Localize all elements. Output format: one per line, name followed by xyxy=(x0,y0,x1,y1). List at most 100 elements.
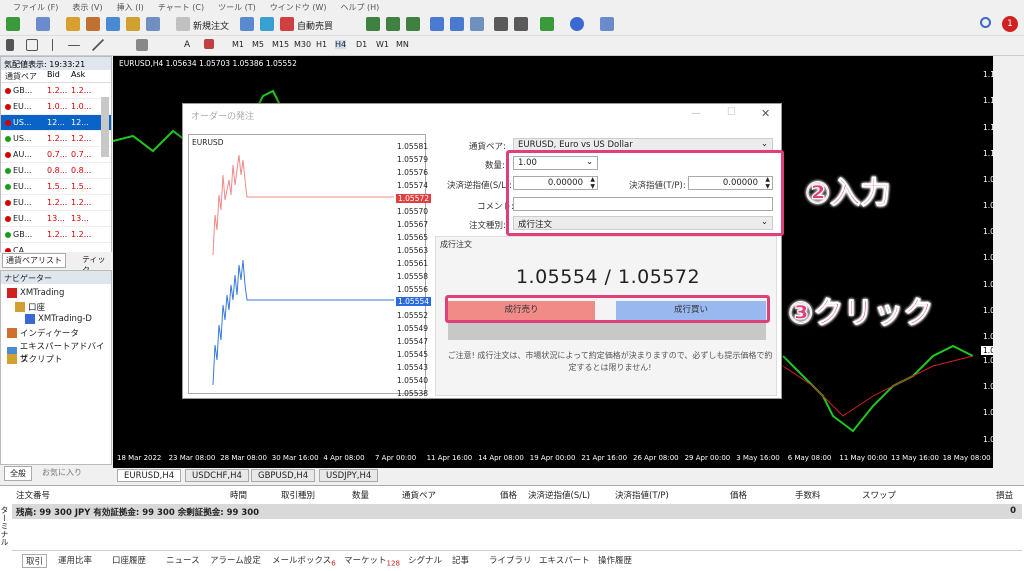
term-tab-library[interactable]: ライブラリ xyxy=(489,554,532,566)
market-watch-icon[interactable] xyxy=(66,17,80,31)
th-commission[interactable]: 手数料 xyxy=(795,489,821,501)
candlestick-icon[interactable] xyxy=(386,17,400,31)
tf-m30[interactable]: M30 xyxy=(294,40,311,49)
line-chart-icon[interactable] xyxy=(406,17,420,31)
th-symbol[interactable]: 通貨ペア xyxy=(402,489,436,501)
tf-mn[interactable]: MN xyxy=(396,40,409,49)
autoscroll-icon[interactable] xyxy=(494,17,508,31)
cursor-icon[interactable] xyxy=(6,39,14,51)
autotrading-button[interactable]: 自動売買 xyxy=(297,19,333,32)
th-order[interactable]: 注文番号 xyxy=(16,489,50,501)
bar-chart-icon[interactable] xyxy=(366,17,380,31)
th-time[interactable]: 時間 xyxy=(230,489,247,501)
term-tab-news[interactable]: ニュース xyxy=(166,554,200,566)
new-chart-icon[interactable] xyxy=(6,17,20,31)
th-volume[interactable]: 数量 xyxy=(352,489,369,501)
market-watch-row[interactable]: GB... 1.2... 1.2... xyxy=(1,227,111,243)
chart-tab-gbpusd[interactable]: GBPUSD,H4 xyxy=(251,469,316,482)
zoom-out-icon[interactable] xyxy=(450,17,464,31)
label-icon[interactable] xyxy=(204,39,214,49)
indicators-icon[interactable] xyxy=(540,17,554,31)
market-watch-scrollbar[interactable] xyxy=(101,97,109,157)
th-price2[interactable]: 価格 xyxy=(730,489,747,501)
notification-badge[interactable]: 1 xyxy=(1002,16,1018,32)
th-sl[interactable]: 決済逆指値(S/L) xyxy=(528,489,590,501)
fibonacci-icon[interactable] xyxy=(136,39,148,51)
maximize-icon[interactable]: ☐ xyxy=(727,107,736,118)
market-watch-row[interactable]: US... 12... 12... xyxy=(1,115,111,131)
nav-account-demo[interactable]: XMTrading-D xyxy=(25,314,92,324)
crosshair-icon[interactable] xyxy=(26,39,38,51)
terminal-icon[interactable] xyxy=(126,17,140,31)
nav-scripts[interactable]: スクリプト xyxy=(7,353,63,365)
menu-help[interactable]: ヘルプ (H) xyxy=(333,2,386,13)
term-tab-experts[interactable]: エキスパート xyxy=(539,554,590,566)
chart-tab-usdchf[interactable]: USDCHF,H4 xyxy=(185,469,249,482)
periods-icon[interactable] xyxy=(570,17,584,31)
horizontal-line-icon[interactable] xyxy=(68,45,80,46)
th-tp[interactable]: 決済指値(T/P) xyxy=(615,489,669,501)
menu-insert[interactable]: 挿入 (I) xyxy=(110,2,151,13)
menu-window[interactable]: ウインドウ (W) xyxy=(263,2,334,13)
tab-general[interactable]: 全般 xyxy=(4,466,32,481)
th-profit[interactable]: 損益 xyxy=(996,489,1013,501)
term-tab-mailbox[interactable]: メールボックス6 xyxy=(272,554,336,568)
close-icon[interactable]: ✕ xyxy=(761,107,770,120)
data-window-icon[interactable] xyxy=(106,17,120,31)
menu-chart[interactable]: チャート (C) xyxy=(151,2,211,13)
th-price[interactable]: 価格 xyxy=(500,489,517,501)
autotrading-icon[interactable] xyxy=(280,17,294,31)
menu-file[interactable]: ファイル (F) xyxy=(6,2,65,13)
menu-tools[interactable]: ツール (T) xyxy=(211,2,263,13)
nav-indicators[interactable]: インディケータ xyxy=(7,327,79,339)
th-type[interactable]: 取引種別 xyxy=(281,489,315,501)
globe-icon[interactable] xyxy=(260,17,274,31)
market-watch-row[interactable]: EU... 1.0... 1.0... xyxy=(1,99,111,115)
tester-icon[interactable] xyxy=(146,17,160,31)
navigator-icon[interactable] xyxy=(86,17,100,31)
search-icon[interactable] xyxy=(980,17,991,28)
chart-shift-icon[interactable] xyxy=(514,17,528,31)
market-watch-row[interactable]: EU... 0.8... 0.8... xyxy=(1,163,111,179)
term-tab-alerts[interactable]: アラーム設定 xyxy=(210,554,261,566)
term-tab-journal[interactable]: 操作履歴 xyxy=(598,554,632,566)
term-tab-market[interactable]: マーケット128 xyxy=(344,554,400,568)
menu-view[interactable]: 表示 (V) xyxy=(65,2,109,13)
th-swap[interactable]: スワップ xyxy=(862,489,896,501)
market-watch-row[interactable]: EU... 1.5... 1.5... xyxy=(1,179,111,195)
col-symbol[interactable]: 通貨ペア xyxy=(1,70,47,82)
term-tab-trade[interactable]: 取引 xyxy=(22,554,48,568)
term-tab-exposure[interactable]: 運用比率 xyxy=(58,554,92,566)
term-tab-history[interactable]: 口座履歴 xyxy=(112,554,146,566)
tab-symbols[interactable]: 通貨ペアリスト xyxy=(2,253,66,268)
tf-m5[interactable]: M5 xyxy=(252,40,264,49)
tab-favorites[interactable]: お気に入り xyxy=(42,467,82,478)
trendline-icon[interactable] xyxy=(92,39,104,51)
tf-d1[interactable]: D1 xyxy=(356,40,367,49)
vertical-line-icon[interactable] xyxy=(52,39,53,51)
text-tool-icon[interactable]: A xyxy=(184,40,190,50)
market-watch-row[interactable]: EU... 1.2... 1.2... xyxy=(1,195,111,211)
market-watch-row[interactable]: EU... 13... 13... xyxy=(1,211,111,227)
tf-m15[interactable]: M15 xyxy=(272,40,289,49)
tf-h1[interactable]: H1 xyxy=(316,40,327,49)
tf-m1[interactable]: M1 xyxy=(232,40,244,49)
tf-w1[interactable]: W1 xyxy=(376,40,389,49)
minimize-icon[interactable]: — xyxy=(691,108,701,119)
new-order-icon[interactable] xyxy=(176,17,190,31)
nav-root[interactable]: XMTrading xyxy=(7,288,64,298)
chart-tab-usdjpy[interactable]: USDJPY,H4 xyxy=(319,469,379,482)
market-watch-row[interactable]: GB... 1.2... 1.2... xyxy=(1,83,111,99)
metaeditor-icon[interactable] xyxy=(240,17,254,31)
col-bid[interactable]: Bid xyxy=(47,70,71,82)
new-order-button[interactable]: 新規注文 xyxy=(193,19,229,32)
tf-h4[interactable]: H4 xyxy=(335,40,347,49)
market-watch-row[interactable]: US... 1.2... 1.2... xyxy=(1,131,111,147)
profiles-icon[interactable] xyxy=(36,17,50,31)
col-ask[interactable]: Ask xyxy=(71,70,95,82)
templates-icon[interactable] xyxy=(600,17,614,31)
zoom-in-icon[interactable] xyxy=(430,17,444,31)
tile-icon[interactable] xyxy=(470,17,484,31)
chart-tab-eurusd[interactable]: EURUSD,H4 xyxy=(117,469,182,482)
market-watch-row[interactable]: AU... 0.7... 0.7... xyxy=(1,147,111,163)
